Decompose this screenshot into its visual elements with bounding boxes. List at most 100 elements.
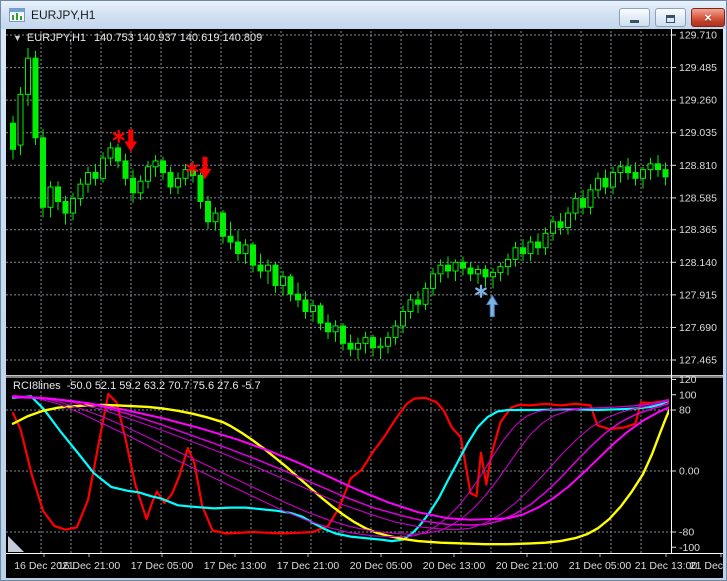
candle xyxy=(527,236,534,261)
time-tick-label: 20 Dec 05:00 xyxy=(350,560,413,572)
candle xyxy=(445,256,451,279)
candle xyxy=(152,155,159,177)
close-button[interactable]: × xyxy=(691,8,725,27)
price-tick-label: 127.465 xyxy=(679,355,717,367)
candle xyxy=(62,195,69,225)
buy-star-icon xyxy=(475,284,487,298)
candle xyxy=(400,305,406,334)
price-tick-label: 129.035 xyxy=(679,127,717,139)
candle xyxy=(542,227,549,256)
rci-line-rci-cyan xyxy=(11,395,669,543)
restore-icon xyxy=(666,15,675,23)
candle xyxy=(370,334,376,357)
price-tick-label: 129.485 xyxy=(679,62,717,74)
mt4-chart-window: EURJPY,H1 × 129.710 129.485 129.260 129.035… xyxy=(0,0,727,581)
candle xyxy=(655,155,661,177)
candle xyxy=(580,189,586,215)
candle xyxy=(92,163,99,186)
candle xyxy=(647,158,654,180)
candle xyxy=(640,166,646,189)
time-tick-label: 20 Dec 21:00 xyxy=(496,560,559,572)
chart-client-area: 129.710 129.485 129.260 129.035 128.810 128.5… xyxy=(6,29,723,578)
indicator-tick-label: 0.00 xyxy=(679,466,700,478)
candle xyxy=(632,162,639,186)
candle xyxy=(617,160,624,183)
candle xyxy=(377,337,384,360)
time-tick-label: 21 Dec 21:00 xyxy=(690,560,723,572)
price-axis[interactable]: 129.710 129.485 129.260 129.035 128.810 128.5… xyxy=(671,30,717,367)
close-icon: × xyxy=(704,10,712,25)
time-axis[interactable]: 16 Dec 202116 Dec 21:00 17 Dec 05:00 17 De… xyxy=(14,554,723,572)
candle xyxy=(182,163,189,186)
candle xyxy=(212,207,219,231)
price-tick-label: 127.690 xyxy=(679,322,717,334)
minimize-button[interactable] xyxy=(619,8,650,27)
candle xyxy=(535,233,541,256)
candle xyxy=(55,181,61,211)
candle xyxy=(595,172,601,198)
candle xyxy=(265,259,271,285)
candle xyxy=(572,192,579,221)
time-tick-label: 17 Dec 21:00 xyxy=(277,560,340,572)
time-tick-label: 17 Dec 05:00 xyxy=(131,560,194,572)
candle xyxy=(32,50,39,146)
candle xyxy=(10,116,16,160)
candle xyxy=(205,195,211,229)
restore-button[interactable] xyxy=(655,8,686,27)
candle xyxy=(557,213,564,235)
candle xyxy=(257,253,264,279)
indicator-tick-label: 80 xyxy=(679,405,691,417)
chart-window-icon xyxy=(9,7,25,23)
indicator-axis[interactable]: 120 100 80 0.00 -80 -100 xyxy=(671,374,700,554)
candle xyxy=(482,265,489,287)
candle xyxy=(235,230,241,261)
candle xyxy=(25,48,31,106)
candle xyxy=(107,142,114,166)
candle xyxy=(602,169,609,195)
rci-line-rci-magenta-5 xyxy=(12,396,669,521)
buy-arrow-icon xyxy=(485,294,499,318)
candle xyxy=(175,172,181,195)
time-tick-label: 16 Dec 21:00 xyxy=(58,560,121,572)
window-titlebar[interactable]: EURJPY,H1 × xyxy=(1,1,726,29)
time-tick-label: 21 Dec 05:00 xyxy=(569,560,632,572)
price-tick-label: 128.585 xyxy=(679,192,717,204)
candle xyxy=(565,207,571,235)
indicator-tick-label: -100 xyxy=(679,542,700,554)
candle xyxy=(317,302,324,331)
candle xyxy=(437,259,444,283)
candle xyxy=(407,294,414,319)
candle xyxy=(122,153,129,186)
candle xyxy=(227,221,234,250)
rci-line-rci-magenta-4 xyxy=(12,395,669,526)
candle xyxy=(325,314,331,340)
candle xyxy=(505,253,511,276)
candle xyxy=(332,320,339,342)
candle xyxy=(587,184,594,215)
candle xyxy=(347,334,354,357)
candle xyxy=(167,166,174,195)
time-tick-label: 20 Dec 13:00 xyxy=(423,560,486,572)
minimize-icon xyxy=(630,20,639,23)
price-tick-label: 129.260 xyxy=(679,95,717,107)
candles xyxy=(10,48,669,360)
candle xyxy=(85,166,91,193)
candle xyxy=(242,239,249,264)
price-tick-label: 129.710 xyxy=(679,30,717,42)
candle xyxy=(40,129,46,218)
rci-lines xyxy=(11,392,669,546)
candle xyxy=(272,262,279,293)
candle xyxy=(47,181,54,218)
candle xyxy=(625,158,631,180)
indicator-corner-triangle xyxy=(8,536,24,552)
window-title: EURJPY,H1 xyxy=(31,8,96,22)
candle xyxy=(520,239,526,261)
grid-lines xyxy=(6,31,671,553)
chart-canvas[interactable]: 129.710 129.485 129.260 129.035 128.810 128.5… xyxy=(6,29,723,578)
candle xyxy=(475,265,481,285)
price-tick-label: 128.140 xyxy=(679,257,717,269)
pane-separators xyxy=(6,29,723,554)
time-tick-label: 17 Dec 13:00 xyxy=(204,560,267,572)
price-tick-label: 127.915 xyxy=(679,289,717,301)
candle xyxy=(662,162,669,186)
